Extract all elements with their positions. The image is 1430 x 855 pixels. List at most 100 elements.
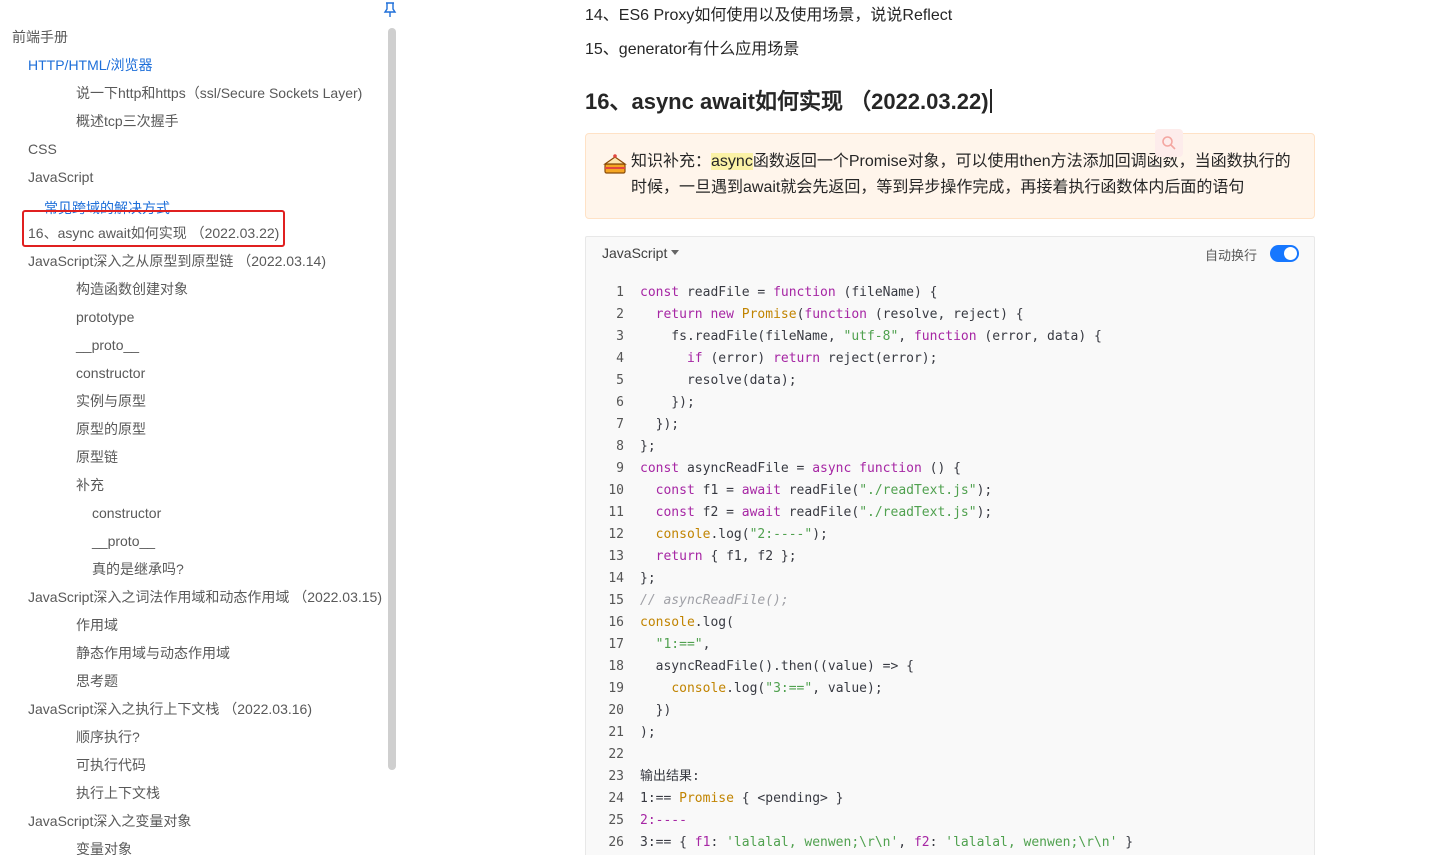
code-token: function <box>913 329 977 344</box>
line-number: 3 <box>616 329 624 344</box>
pin-icon[interactable] <box>383 2 397 18</box>
toc-item[interactable]: JavaScript深入之词法作用域和动态作用域 （2022.03.15) <box>0 583 385 611</box>
toc-item[interactable]: 说一下http和https（ssl/Secure Sockets Layer) <box>0 79 385 107</box>
code-token: } <box>1117 835 1134 850</box>
search-icon[interactable] <box>1155 129 1183 157</box>
code-line: 4 if (error) return reject(error); <box>586 348 1314 370</box>
code-token: asyncReadFile().then((value) => { <box>640 659 914 674</box>
code-token: if <box>686 351 703 366</box>
toc-item[interactable]: JavaScript深入之变量对象 <box>0 807 385 835</box>
toc-item[interactable]: 前端手册 <box>0 23 385 51</box>
code-token: "2:----" <box>749 527 813 542</box>
code-token: const <box>655 483 695 498</box>
line-number: 20 <box>608 703 624 718</box>
toc-item[interactable]: JavaScript <box>0 163 385 191</box>
code-line: 18 asyncReadFile().then((value) => { <box>586 656 1314 678</box>
code-line: 1 const readFile = function (fileName) { <box>586 282 1314 304</box>
toc-item[interactable]: 思考题 <box>0 667 385 695</box>
code-token: async <box>812 461 852 476</box>
toc-item[interactable]: 构造函数创建对象 <box>0 275 385 303</box>
line-number: 6 <box>616 395 624 410</box>
code-token: }); <box>640 417 680 432</box>
code-line: 10 const f1 = await readFile("./readText… <box>586 480 1314 502</box>
toc-item[interactable]: 顺序执行? <box>0 723 385 751</box>
code-line: 23 输出结果: <box>586 766 1314 788</box>
toc-item[interactable]: constructor <box>0 499 385 527</box>
code-token: (resolve, reject) { <box>867 307 1024 322</box>
toc-sidebar: 前端手册 HTTP/HTML/浏览器 说一下http和https（ssl/Secur… <box>0 0 400 855</box>
toc-item[interactable]: prototype <box>0 303 385 331</box>
toc-item[interactable]: 实例与原型 <box>0 387 385 415</box>
code-token: Promise <box>741 307 797 322</box>
line-number: 4 <box>616 351 624 366</box>
active-item-highlight <box>22 210 285 247</box>
toc-item[interactable]: 执行上下文栈 <box>0 779 385 807</box>
line-number: 17 <box>608 637 624 652</box>
code-line: 9 const asyncReadFile = async function ()… <box>586 458 1314 480</box>
code-line: 11 const f2 = await readFile("./readText… <box>586 502 1314 524</box>
toc-item[interactable]: __proto__ <box>0 527 385 555</box>
code-token: (fileName) { <box>835 285 938 300</box>
line-number: 1 <box>616 285 624 300</box>
line-number: 18 <box>608 659 624 674</box>
code-token: , value); <box>812 681 883 696</box>
toc-item[interactable]: 真的是继承吗? <box>0 555 385 583</box>
toc-item[interactable]: 原型的原型 <box>0 415 385 443</box>
line-number: 10 <box>608 483 624 498</box>
toc-item[interactable]: 作用域 <box>0 611 385 639</box>
code-token: , <box>702 637 711 652</box>
code-token: f1 = <box>694 483 742 498</box>
toc-item[interactable]: 可执行代码 <box>0 751 385 779</box>
toc-item[interactable]: __proto__ <box>0 331 385 359</box>
toc-item[interactable]: 补充 <box>0 471 385 499</box>
code-line: 15 // asyncReadFile(); <box>586 590 1314 612</box>
toc-line-14: 14、ES6 Proxy如何使用以及使用场景，说说Reflect <box>585 7 953 24</box>
code-token: console <box>640 615 695 630</box>
code-token: (error, data) { <box>976 329 1102 344</box>
code-line: 12 console.log("2:----"); <box>586 524 1314 546</box>
toc-item[interactable]: 概述tcp三次握手 <box>0 107 385 135</box>
line-number: 15 <box>608 593 624 608</box>
toc-item[interactable]: 变量对象 <box>0 835 385 855</box>
toc-item[interactable]: HTTP/HTML/浏览器 <box>0 51 385 79</box>
code-line: 17 "1:==", <box>586 634 1314 656</box>
toc-item[interactable]: 静态作用域与动态作用域 <box>0 639 385 667</box>
code-token: .log( <box>694 615 734 630</box>
code-token: asyncReadFile = <box>679 461 813 476</box>
code-token: f2 <box>913 835 930 850</box>
code-token: 3:== { <box>640 835 695 850</box>
code-token: }); <box>640 395 695 410</box>
code-token: : <box>710 835 727 850</box>
code-header: JavaScript 自动换行 <box>586 237 1314 270</box>
wrap-toggle[interactable] <box>1270 245 1299 262</box>
code-token: 2:---- <box>640 813 687 828</box>
line-number: 22 <box>608 747 624 762</box>
code-line: 20 }) <box>586 700 1314 722</box>
toc-item[interactable]: JavaScript深入之从原型到原型链 （2022.03.14) <box>0 247 385 275</box>
code-token: readFile( <box>780 505 860 520</box>
code-token: }) <box>640 703 672 718</box>
code-line: 5 resolve(data); <box>586 370 1314 392</box>
code-line: 22 <box>586 744 1314 766</box>
tip-highlight: async <box>711 153 753 170</box>
language-select[interactable]: JavaScript <box>602 245 680 261</box>
toc-list: 前端手册 HTTP/HTML/浏览器 说一下http和https（ssl/Secur… <box>0 23 385 855</box>
code-token: const <box>655 505 695 520</box>
code-token: ); <box>976 505 993 520</box>
toc-item[interactable]: constructor <box>0 359 385 387</box>
code-token: "./readText.js" <box>859 505 977 520</box>
toc-scrollbar[interactable] <box>388 28 396 770</box>
toc-item[interactable]: 原型链 <box>0 443 385 471</box>
line-number: 12 <box>608 527 624 542</box>
tip-prefix: 知识补充： <box>631 153 712 170</box>
code-token: Promise <box>679 791 734 806</box>
toc-item[interactable]: CSS <box>0 135 385 163</box>
code-token: resolve(data); <box>640 373 797 388</box>
code-line: 16 console.log( <box>586 612 1314 634</box>
line-number: 2 <box>616 307 624 322</box>
toc-item[interactable]: JavaScript深入之执行上下文栈 （2022.03.16) <box>0 695 385 723</box>
line-number: 24 <box>608 791 624 806</box>
